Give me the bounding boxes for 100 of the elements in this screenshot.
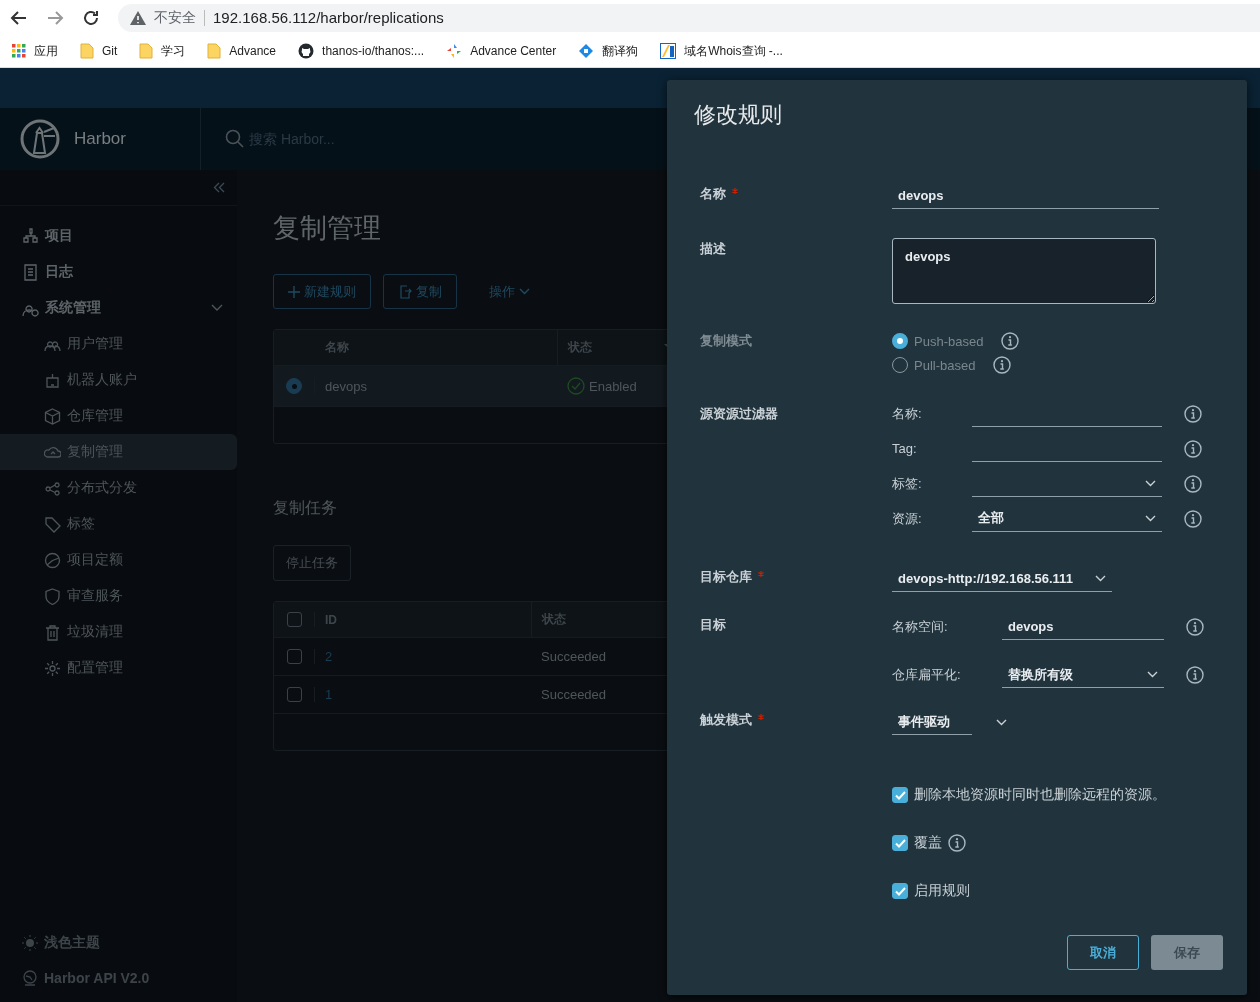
toolbar-button[interactable]: 复制 <box>383 274 457 309</box>
table-cell: Enabled <box>589 378 637 394</box>
caret-icon <box>996 718 1007 726</box>
registry-select[interactable]: devops-http://192.168.56.111 <box>892 566 1112 592</box>
sidebar-item[interactable]: 仓库管理 <box>0 398 237 434</box>
url-text: 192.168.56.112/harbor/replications <box>213 9 444 26</box>
share-icon <box>44 479 61 497</box>
radio-label: Pull-based <box>914 357 976 373</box>
cube-icon <box>44 407 61 425</box>
bookmark[interactable]: 学习 <box>139 42 186 60</box>
info-icon[interactable] <box>1184 404 1202 423</box>
sidebar-item[interactable]: 系统管理 <box>0 290 237 326</box>
address-bar[interactable]: 不安全 192.168.56.112/harbor/replications <box>118 3 1260 32</box>
sidebar-item[interactable]: 审查服务 <box>0 578 237 614</box>
sidebar-link[interactable]: 浅色主题 <box>22 934 237 952</box>
hierarchy-icon <box>22 227 39 245</box>
pie-icon <box>44 551 61 569</box>
sidebar-link[interactable]: Harbor API V2.0 <box>22 970 237 986</box>
row-radio[interactable] <box>286 378 302 394</box>
pinwheel-icon <box>446 43 463 59</box>
checkbox-label: 删除本地资源时同时也删除远程的资源。 <box>914 786 1166 804</box>
sidebar-item[interactable]: 用户管理 <box>0 326 237 362</box>
checkbox[interactable] <box>286 649 302 664</box>
chevron-icon[interactable] <box>211 304 223 312</box>
bookmark[interactable]: Git <box>80 43 118 59</box>
bookmark[interactable]: 应用 <box>12 42 58 60</box>
page-title: 复制管理 <box>273 212 381 245</box>
filter-label: 资源: <box>892 509 923 528</box>
sidebar-item[interactable]: 垃圾清理 <box>0 614 237 650</box>
reload-button[interactable] <box>82 8 100 27</box>
table-cell-text: Succeeded <box>540 687 608 702</box>
select-field[interactable]: 替换所有级 <box>1002 662 1164 688</box>
info-icon[interactable] <box>1186 666 1204 684</box>
sidebar-item[interactable]: 日志 <box>0 254 237 290</box>
bookmark[interactable]: 翻译狗 <box>578 42 639 60</box>
caret-icon <box>1145 479 1156 487</box>
plus-icon <box>288 285 300 298</box>
radio-label: Push-based <box>914 333 984 349</box>
select-field[interactable]: 全部 <box>972 505 1162 532</box>
folder-icon <box>207 43 222 59</box>
caret-icon <box>1147 671 1158 678</box>
description-field[interactable]: devops <box>892 238 1156 304</box>
back-button[interactable] <box>10 8 28 27</box>
sidebar-item[interactable]: 标签 <box>0 506 237 542</box>
info-icon[interactable] <box>948 834 966 852</box>
checkbox-label: 启用规则 <box>914 882 970 900</box>
caret-icon <box>1095 575 1106 582</box>
search-icon <box>225 129 245 149</box>
trash-icon <box>44 623 61 641</box>
gear-icon <box>44 659 61 677</box>
section-title: 复制任务 <box>273 498 337 518</box>
info-icon[interactable] <box>1186 618 1204 636</box>
document-icon <box>22 263 39 281</box>
bookmark[interactable]: Advance <box>207 43 277 59</box>
info-icon[interactable] <box>1184 509 1202 528</box>
forward-button[interactable] <box>46 8 64 27</box>
bookmark[interactable]: 域名Whois查询 -... <box>660 42 783 60</box>
id-link[interactable]: 1 <box>325 687 333 702</box>
checkbox[interactable] <box>286 612 302 627</box>
sun-icon <box>22 935 38 951</box>
filter-label: 标签: <box>892 474 923 493</box>
shield-icon <box>44 587 61 605</box>
checkbox[interactable] <box>892 835 908 851</box>
folder-icon <box>139 43 154 59</box>
sidebar-item[interactable]: 配置管理 <box>0 650 237 686</box>
caret-icon <box>519 288 530 295</box>
export-icon <box>398 284 412 299</box>
filter-label: Tag: <box>892 441 918 456</box>
save-button[interactable]: 保存 <box>1151 935 1223 970</box>
id-link[interactable]: 2 <box>325 649 333 664</box>
checkbox-label: 覆盖 <box>914 834 942 852</box>
toolbar-button[interactable]: 新建规则 <box>273 274 371 309</box>
bookmark[interactable]: Advance Center <box>446 43 557 59</box>
checkbox[interactable] <box>286 687 302 702</box>
trigger-select[interactable]: 事件驱动 <box>892 709 972 735</box>
field-label: 目标 <box>700 616 726 634</box>
field-label: 复制模式 <box>700 332 752 350</box>
dialog-title: 修改规则 <box>694 101 783 129</box>
bookmark[interactable]: thanos-io/thanos:... <box>298 43 425 59</box>
info-icon[interactable] <box>993 356 1012 374</box>
sidebar-item[interactable]: 项目 <box>0 218 237 254</box>
info-icon[interactable] <box>1184 439 1202 458</box>
checkbox[interactable] <box>892 883 908 899</box>
target-label: 仓库扁平化: <box>892 666 962 684</box>
security-label: 不安全 <box>154 8 196 27</box>
folder-icon <box>80 43 94 59</box>
caret-icon <box>1145 514 1156 522</box>
checkbox[interactable] <box>892 787 908 803</box>
text-field[interactable]: devops <box>1002 614 1164 640</box>
cancel-button[interactable]: 取消 <box>1067 935 1139 970</box>
table-cell-text: devops <box>324 378 368 394</box>
filter-label: 名称: <box>892 404 923 423</box>
info-icon[interactable] <box>1001 332 1020 350</box>
sidebar-item[interactable]: 项目定额 <box>0 542 237 578</box>
info-icon[interactable] <box>1184 474 1202 493</box>
sidebar-item[interactable]: 机器人账户 <box>0 362 237 398</box>
actions-dropdown[interactable]: 操作 <box>483 281 536 302</box>
check-circle-icon <box>567 377 585 395</box>
sidebar-item[interactable]: 分布式分发 <box>0 470 237 506</box>
name-field[interactable]: devops <box>892 183 1159 209</box>
